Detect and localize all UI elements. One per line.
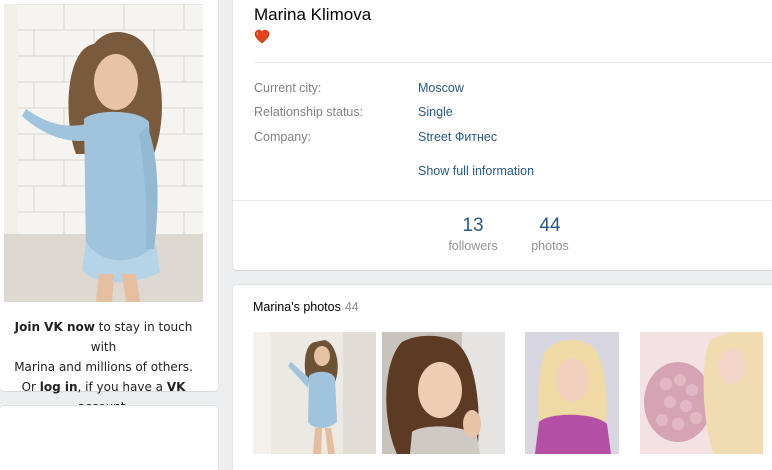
vk-brand-text: VK xyxy=(166,380,186,394)
photo-thumb-1[interactable] xyxy=(253,332,376,454)
join-text-mid: , if you have a xyxy=(77,380,167,394)
photo-thumb-3[interactable] xyxy=(525,332,619,454)
heart-icon xyxy=(254,29,270,44)
followers-label: followers xyxy=(448,239,498,253)
counters-divider xyxy=(233,200,772,201)
info-label: Current city: xyxy=(254,81,322,95)
photo-thumb-image xyxy=(382,332,505,454)
profile-divider xyxy=(254,62,772,63)
photos-header-count: 44 xyxy=(344,300,359,314)
profile-name: Marina Klimova xyxy=(254,5,372,24)
sidebar-secondary-card xyxy=(0,406,218,470)
photos-title: Marina's photos xyxy=(253,300,341,314)
info-value-link[interactable]: Street Фитнес xyxy=(418,129,497,145)
login-link[interactable]: log in xyxy=(40,380,78,394)
join-vk-prompt: Join VK now to stay in touch with Marina… xyxy=(4,317,203,417)
photo-thumb-4[interactable] xyxy=(640,332,763,454)
join-text-or: Or xyxy=(21,380,40,394)
profile-sidebar-card: Join VK now to stay in touch with Marina… xyxy=(0,0,218,414)
photos-header[interactable]: Marina's photos 44 xyxy=(253,300,359,314)
photos-count: 44 xyxy=(539,215,561,236)
join-text-line1: to stay in touch with xyxy=(90,320,193,354)
photo-thumb-image xyxy=(525,332,619,454)
show-full-info-link[interactable]: Show full information xyxy=(418,164,534,178)
avatar-photo xyxy=(4,4,203,302)
join-text-line2: Marina and millions of others. xyxy=(14,360,193,374)
profile-avatar[interactable] xyxy=(4,4,203,302)
photos-counter[interactable]: 44 photos xyxy=(523,215,577,255)
photo-thumb-2[interactable] xyxy=(382,332,505,454)
info-label: Company: xyxy=(254,130,311,144)
photo-thumb-image xyxy=(640,332,763,454)
info-value-link[interactable]: Moscow xyxy=(418,80,464,96)
profile-info-card: Marina Klimova Current city: Moscow Rela… xyxy=(233,0,772,270)
info-label: Relationship status: xyxy=(254,105,364,119)
followers-count: 13 xyxy=(462,215,484,236)
info-value-link[interactable]: Single xyxy=(418,104,453,120)
photos-label: photos xyxy=(531,239,569,253)
photo-thumb-image xyxy=(253,332,376,454)
photos-card: Marina's photos 44 xyxy=(233,285,772,470)
followers-counter[interactable]: 13 followers xyxy=(441,215,505,255)
join-vk-link[interactable]: Join VK now xyxy=(15,320,95,334)
